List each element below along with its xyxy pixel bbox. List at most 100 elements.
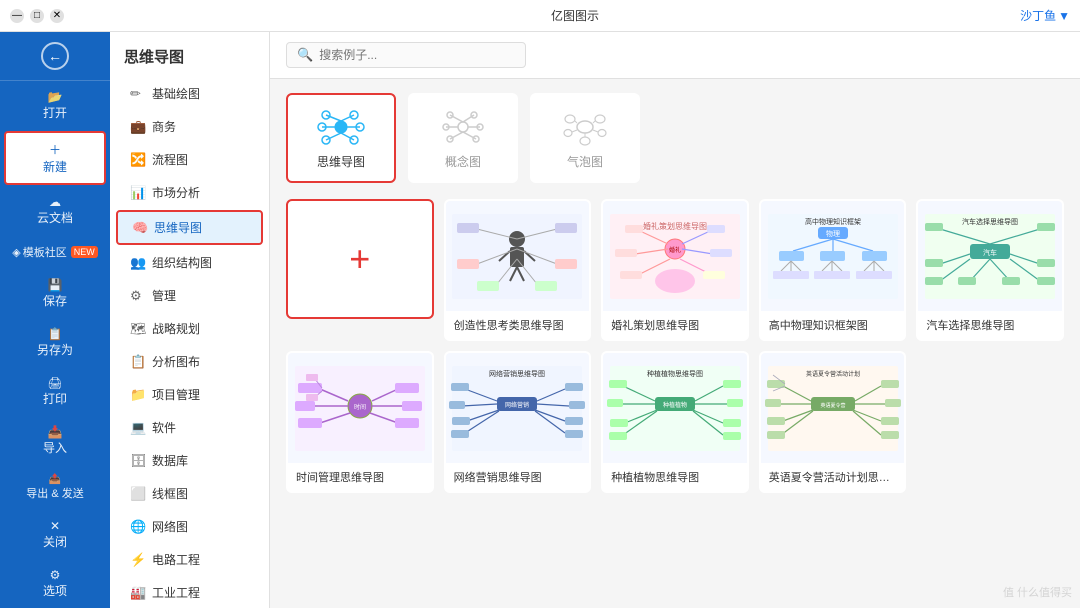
print-icon: 🖨 [47,376,62,390]
template-card-plants[interactable]: 种植植物思维导图 种植植物 [601,351,749,493]
category-analysis[interactable]: 📋 分析图布 [116,346,263,377]
template-card-physics[interactable]: 高中物理知识框架 物理 [759,199,907,341]
org-label: 组织结构图 [152,254,212,271]
basic-icon: ✏ [130,86,146,102]
sidebar-item-community[interactable]: ◈ 模板社区 NEW [4,236,106,268]
community-label: 模板社区 [23,244,67,260]
sidebar-item-close[interactable]: ✕ 关闭 [4,511,106,558]
car-preview: 汽车选择思维导图 汽车 [918,201,1062,311]
cloud-icon: ☁ [49,195,61,209]
category-business[interactable]: 💼 商务 [116,111,263,142]
flow-icon: 🔀 [130,152,146,168]
content-header: 🔍 [270,32,1080,79]
database-icon: 🗄 [130,453,146,469]
manage-icon: ⚙ [130,288,146,304]
close-label: 关闭 [43,533,67,550]
templates-grid: + [286,199,1064,493]
type-card-cloud[interactable]: 气泡图 [530,93,640,183]
template-card-creative[interactable]: 创造性思考类思维导图 [444,199,592,341]
category-org[interactable]: 👥 组织结构图 [116,247,263,278]
category-basic[interactable]: ✏ 基础绘图 [116,78,263,109]
options-label: 选项 [43,582,67,599]
sidebar-item-import[interactable]: 📥 导入 [4,417,106,464]
english-label: 英语夏令营活动计划思维导图 [761,463,905,491]
category-software[interactable]: 💻 软件 [116,412,263,443]
watermark-text: 值 什么值得买 [1003,587,1072,599]
sidebar-item-saveas[interactable]: 📋 另存为 [4,319,106,366]
template-card-time[interactable]: 时间 [286,351,434,493]
open-label: 打开 [43,104,67,121]
type-card-fishbone-label: 概念图 [445,153,481,170]
mind-label: 思维导图 [154,219,202,236]
back-circle-icon[interactable]: ← [41,42,69,70]
new-badge: NEW [71,246,98,258]
sidebar-item-open[interactable]: 📂 打开 [4,82,106,129]
category-mind[interactable]: 🧠 思维导图 [116,210,263,245]
circuit-icon: ⚡ [130,552,146,568]
svg-text:英语夏令营: 英语夏令营 [820,402,845,409]
software-label: 软件 [152,419,176,436]
minimize-button[interactable]: — [10,9,24,23]
sidebar-item-options[interactable]: ⚙ 选项 [4,560,106,607]
category-flow[interactable]: 🔀 流程图 [116,144,263,175]
category-network[interactable]: 🌐 网络图 [116,511,263,542]
sidebar-item-cloud[interactable]: ☁ 云文档 [4,187,106,234]
category-circuit[interactable]: ⚡ 电路工程 [116,544,263,575]
template-card-english[interactable]: 英语夏令营活动计划 英语夏令营 [759,351,907,493]
network-sales-preview: 网络营销思维导图 网络营销 [446,353,590,463]
template-card-network-sales[interactable]: 网络营销思维导图 网络营销 [444,351,592,493]
strategy-label: 战略规划 [152,320,200,337]
save-icon: 💾 [48,278,63,292]
category-project[interactable]: 📁 项目管理 [116,379,263,410]
plants-label: 种植植物思维导图 [603,463,747,491]
svg-text:婚礼: 婚礼 [669,246,681,254]
mind-map-icon [316,107,366,147]
category-database[interactable]: 🗄 数据库 [116,445,263,476]
creative-preview [446,201,590,311]
saveas-label: 另存为 [37,341,73,358]
software-icon: 💻 [130,420,146,436]
maximize-button[interactable]: □ [30,9,44,23]
type-card-fishbone[interactable]: 概念图 [408,93,518,183]
saveas-icon: 📋 [48,327,63,341]
business-label: 商务 [152,118,176,135]
svg-text:网络营销: 网络营销 [505,401,529,409]
wedding-label: 婚礼策划思维导图 [603,311,747,339]
search-input[interactable] [319,48,515,62]
category-manage[interactable]: ⚙ 管理 [116,280,263,311]
category-strategy[interactable]: 🗺 战略规划 [116,313,263,344]
svg-text:英语夏令营活动计划: 英语夏令营活动计划 [806,370,860,378]
concept-map-icon [438,107,488,147]
sidebar-item-export[interactable]: 📤 导出 & 发送 [4,466,106,509]
car-label: 汽车选择思维导图 [918,311,1062,339]
print-label: 打印 [43,390,67,407]
sidebar-item-save[interactable]: 💾 保存 [4,270,106,317]
back-button[interactable]: ← [0,32,110,81]
type-card-mind[interactable]: 思维导图 [286,93,396,183]
network-label: 网络图 [152,518,188,535]
wireframe-icon: ⬜ [130,486,146,502]
category-wireframe[interactable]: ⬜ 线框图 [116,478,263,509]
mind-icon: 🧠 [132,220,148,236]
category-industry[interactable]: 🏭 工业工程 [116,577,263,608]
search-box[interactable]: 🔍 [286,42,526,68]
sidebar-item-new[interactable]: ＋ 新建 [4,131,106,185]
category-market[interactable]: 📊 市场分析 [116,177,263,208]
market-label: 市场分析 [152,184,200,201]
bubble-map-icon [560,107,610,147]
template-card-wedding[interactable]: 婚礼策划思维导图 婚礼 [601,199,749,341]
cloud-label: 云文档 [37,209,73,226]
new-card-plus: + [349,238,370,280]
template-card-new[interactable]: + [286,199,434,319]
close-button[interactable]: ✕ [50,9,64,23]
user-menu[interactable]: 沙丁鱼 ▼ [1020,7,1070,24]
save-label: 保存 [43,292,67,309]
market-icon: 📊 [130,185,146,201]
main-layout: ← 📂 打开 ＋ 新建 ☁ 云文档 ◈ 模板社区 NEW 💾 保存 📋 另存为 [0,32,1080,608]
time-preview: 时间 [288,353,432,463]
template-card-car[interactable]: 汽车选择思维导图 汽车 [916,199,1064,341]
analysis-icon: 📋 [130,354,146,370]
sidebar-item-print[interactable]: 🖨 打印 [4,368,106,415]
wedding-preview: 婚礼策划思维导图 婚礼 [603,201,747,311]
svg-text:时间: 时间 [354,403,366,411]
